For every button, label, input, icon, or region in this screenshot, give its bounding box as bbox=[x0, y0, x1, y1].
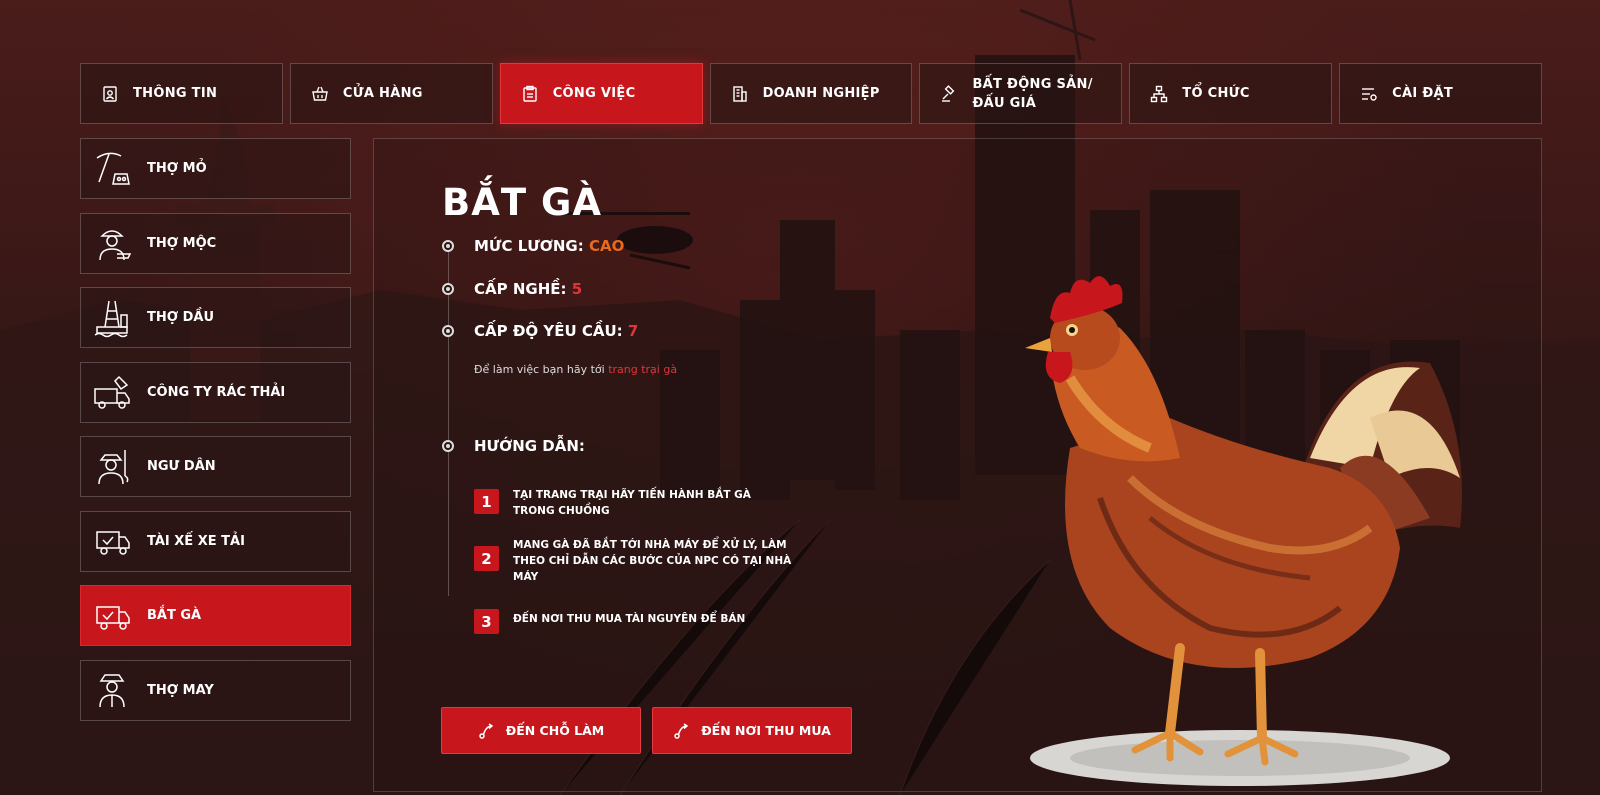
tab-label: BẤT ĐỘNG SẢN/ ĐẤU GIÁ bbox=[972, 76, 1093, 111]
sidebar-item-label: THỢ MỎ bbox=[147, 161, 207, 176]
person-card-icon bbox=[101, 85, 119, 103]
farm-location-link[interactable]: trang trại gà bbox=[608, 363, 677, 376]
sidebar-item-ngu-dan[interactable]: NGƯ DÂN bbox=[80, 436, 351, 497]
guide-label: HƯỚNG DẪN: bbox=[474, 437, 585, 455]
guide-step: 2 MANG GÀ ĐÃ BẮT TỚI NHÀ MÁY ĐỂ XỬ LÝ, L… bbox=[474, 537, 794, 585]
settings-sliders-icon bbox=[1360, 85, 1378, 103]
delivery-truck-icon bbox=[91, 520, 133, 562]
basket-icon bbox=[311, 85, 329, 103]
step-number: 2 bbox=[474, 546, 499, 571]
salary-label: MỨC LƯƠNG: bbox=[474, 237, 584, 255]
required-level-value: 7 bbox=[627, 322, 639, 340]
sidebar-item-label: THỢ MAY bbox=[147, 682, 214, 698]
go-to-buyer-button[interactable]: ĐẾN NƠI THU MUA bbox=[652, 707, 852, 754]
garbage-truck-icon bbox=[91, 371, 133, 413]
button-label: ĐẾN NƠI THU MUA bbox=[701, 723, 831, 738]
sidebar-item-tho-may[interactable]: THỢ MAY bbox=[80, 659, 351, 721]
timeline-dot-icon bbox=[442, 240, 454, 252]
building-icon bbox=[731, 85, 749, 103]
step-text: MANG GÀ ĐÃ BẮT TỚI NHÀ MÁY ĐỂ XỬ LÝ, LÀM… bbox=[513, 539, 792, 583]
step-text: TẠI TRANG TRẠI HÃY TIẾN HÀNH BẮT GÀ TRON… bbox=[513, 489, 751, 517]
step-number: 3 bbox=[474, 609, 499, 634]
org-chart-icon bbox=[1150, 85, 1168, 103]
top-tabs: THÔNG TIN CỬA HÀNG CÔNG VIỆC DOANH NGHIỆ… bbox=[80, 63, 1543, 124]
work-location-hint: Để làm việc bạn hãy tới trang trại gà bbox=[474, 363, 677, 376]
guide-steps: 1 TẠI TRANG TRẠI HÃY TIẾN HÀNH BẮT GÀ TR… bbox=[474, 487, 794, 634]
sidebar-item-label: BẮT GÀ bbox=[147, 608, 202, 623]
chicken-illustration bbox=[1010, 268, 1490, 788]
step-number: 1 bbox=[474, 489, 499, 514]
oil-rig-icon bbox=[91, 297, 133, 339]
route-icon bbox=[673, 722, 691, 740]
sidebar-item-label: NGƯ DÂN bbox=[147, 459, 216, 474]
tab-label: CÔNG VIỆC bbox=[552, 86, 636, 101]
job-sidebar: THỢ MỎ THỢ MỘC THỢ DẦU CÔNG TY RÁC THẢI … bbox=[80, 138, 351, 734]
sidebar-item-bat-ga[interactable]: BẮT GÀ bbox=[80, 585, 351, 646]
tab-cai-dat[interactable]: CÀI ĐẶT bbox=[1339, 63, 1543, 124]
sidebar-item-tho-moc[interactable]: THỢ MỘC bbox=[80, 212, 351, 274]
sidebar-item-label: TÀI XẾ XE TẢI bbox=[147, 533, 245, 549]
button-label: ĐẾN CHỖ LÀM bbox=[505, 723, 605, 738]
carpenter-icon bbox=[91, 222, 133, 264]
sidebar-item-tho-dau[interactable]: THỢ DẦU bbox=[80, 287, 351, 348]
level-value: 5 bbox=[571, 280, 583, 298]
tab-cong-viec[interactable]: CÔNG VIỆC bbox=[499, 63, 703, 124]
route-icon bbox=[478, 722, 496, 740]
pickaxe-icon bbox=[91, 148, 133, 190]
tailor-icon bbox=[91, 669, 133, 711]
sidebar-item-tai-xe-xe-tai[interactable]: TÀI XẾ XE TẢI bbox=[80, 510, 351, 572]
salary-value: CAO bbox=[588, 237, 625, 255]
timeline-line bbox=[448, 251, 449, 596]
guide-step: 1 TẠI TRANG TRẠI HÃY TIẾN HÀNH BẮT GÀ TR… bbox=[474, 487, 794, 519]
tab-to-chuc[interactable]: TỔ CHỨC bbox=[1129, 63, 1333, 124]
tab-label: CÀI ĐẶT bbox=[1392, 86, 1454, 101]
fisherman-icon bbox=[91, 446, 133, 488]
sidebar-item-label: CÔNG TY RÁC THẢI bbox=[147, 384, 286, 400]
guide-row: HƯỚNG DẪN: bbox=[442, 437, 585, 455]
guide-step: 3 ĐẾN NƠI THU MUA TÀI NGUYÊN ĐỂ BÁN bbox=[474, 607, 794, 634]
tab-label: CỬA HÀNG bbox=[342, 86, 423, 101]
sidebar-item-label: THỢ MỘC bbox=[147, 235, 217, 251]
hint-text: Để làm việc bạn hãy tới bbox=[474, 363, 605, 376]
gavel-icon bbox=[940, 84, 958, 103]
required-level-label: CẤP ĐỘ YÊU CẦU: bbox=[474, 322, 623, 340]
timeline-dot-icon bbox=[442, 325, 454, 337]
tab-thong-tin[interactable]: THÔNG TIN bbox=[80, 63, 283, 124]
level-label: CẤP NGHỀ: bbox=[474, 280, 567, 298]
tab-label: THÔNG TIN bbox=[133, 86, 218, 101]
tab-doanh-nghiep[interactable]: DOANH NGHIỆP bbox=[709, 63, 913, 124]
salary-row: MỨC LƯƠNG: CAO bbox=[442, 237, 624, 255]
required-level-row: CẤP ĐỘ YÊU CẦU: 7 bbox=[442, 322, 638, 340]
tab-label: DOANH NGHIỆP bbox=[762, 86, 880, 101]
tab-cua-hang[interactable]: CỬA HÀNG bbox=[289, 63, 493, 124]
level-row: CẤP NGHỀ: 5 bbox=[442, 280, 582, 298]
clipboard-icon bbox=[521, 85, 539, 103]
step-text: ĐẾN NƠI THU MUA TÀI NGUYÊN ĐỂ BÁN bbox=[513, 613, 746, 625]
delivery-truck-check-icon bbox=[91, 595, 133, 637]
sidebar-item-cong-ty-rac-thai[interactable]: CÔNG TY RÁC THẢI bbox=[80, 361, 351, 423]
sidebar-item-label: THỢ DẦU bbox=[147, 310, 215, 325]
go-to-work-button[interactable]: ĐẾN CHỖ LÀM bbox=[441, 707, 641, 754]
timeline-dot-icon bbox=[442, 440, 454, 452]
sidebar-item-tho-mo[interactable]: THỢ MỎ bbox=[80, 138, 351, 199]
tab-bat-dong-san[interactable]: BẤT ĐỘNG SẢN/ ĐẤU GIÁ bbox=[919, 63, 1123, 124]
timeline-dot-icon bbox=[442, 283, 454, 295]
tab-label: TỔ CHỨC bbox=[1182, 86, 1250, 101]
page-title: BẮT GÀ bbox=[442, 181, 602, 224]
